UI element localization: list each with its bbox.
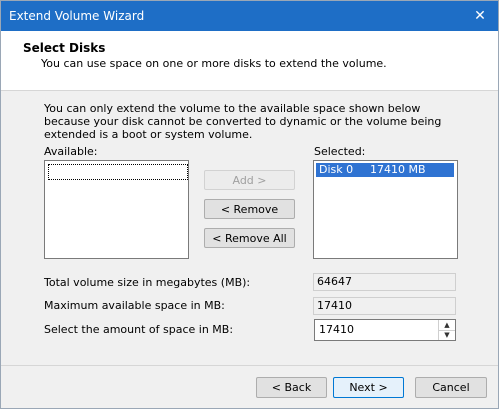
list-item-disk: Disk 0	[319, 163, 354, 176]
cancel-button[interactable]: Cancel	[415, 377, 487, 398]
next-button[interactable]: Next >	[333, 377, 404, 398]
max-space-label: Maximum available space in MB:	[44, 299, 225, 312]
max-space-field: 17410	[313, 297, 456, 315]
selected-label: Selected:	[314, 145, 366, 158]
list-focus-row	[48, 164, 188, 180]
amount-spinbox[interactable]: 17410 ▲ ▼	[314, 319, 456, 341]
wizard-header: Select Disks You can use space on one or…	[1, 31, 498, 91]
close-icon[interactable]: ✕	[470, 6, 490, 26]
list-item-size: 17410 MB	[370, 163, 426, 176]
wizard-window: Extend Volume Wizard ✕ Select Disks You …	[0, 0, 499, 409]
spin-buttons: ▲ ▼	[438, 320, 455, 340]
amount-input[interactable]: 17410	[319, 323, 354, 336]
selected-disks-list[interactable]: Disk 0 17410 MB	[313, 160, 458, 259]
page-title: Select Disks	[23, 41, 106, 55]
title-bar: Extend Volume Wizard ✕	[1, 1, 498, 31]
back-button[interactable]: < Back	[256, 377, 327, 398]
remove-button[interactable]: < Remove	[204, 199, 295, 219]
remove-all-button[interactable]: < Remove All	[204, 228, 295, 248]
extend-notice: You can only extend the volume to the av…	[44, 102, 442, 141]
available-disks-list[interactable]	[44, 160, 189, 259]
amount-label: Select the amount of space in MB:	[44, 323, 234, 336]
window-title: Extend Volume Wizard	[9, 9, 145, 23]
list-item[interactable]: Disk 0 17410 MB	[316, 163, 454, 177]
total-size-label: Total volume size in megabytes (MB):	[44, 276, 251, 289]
spin-down-icon[interactable]: ▼	[439, 330, 455, 340]
add-button[interactable]: Add >	[204, 170, 295, 190]
page-subtitle: You can use space on one or more disks t…	[41, 57, 387, 70]
available-label: Available:	[44, 145, 98, 158]
footer-divider	[1, 365, 498, 366]
total-size-field: 64647	[313, 273, 456, 291]
